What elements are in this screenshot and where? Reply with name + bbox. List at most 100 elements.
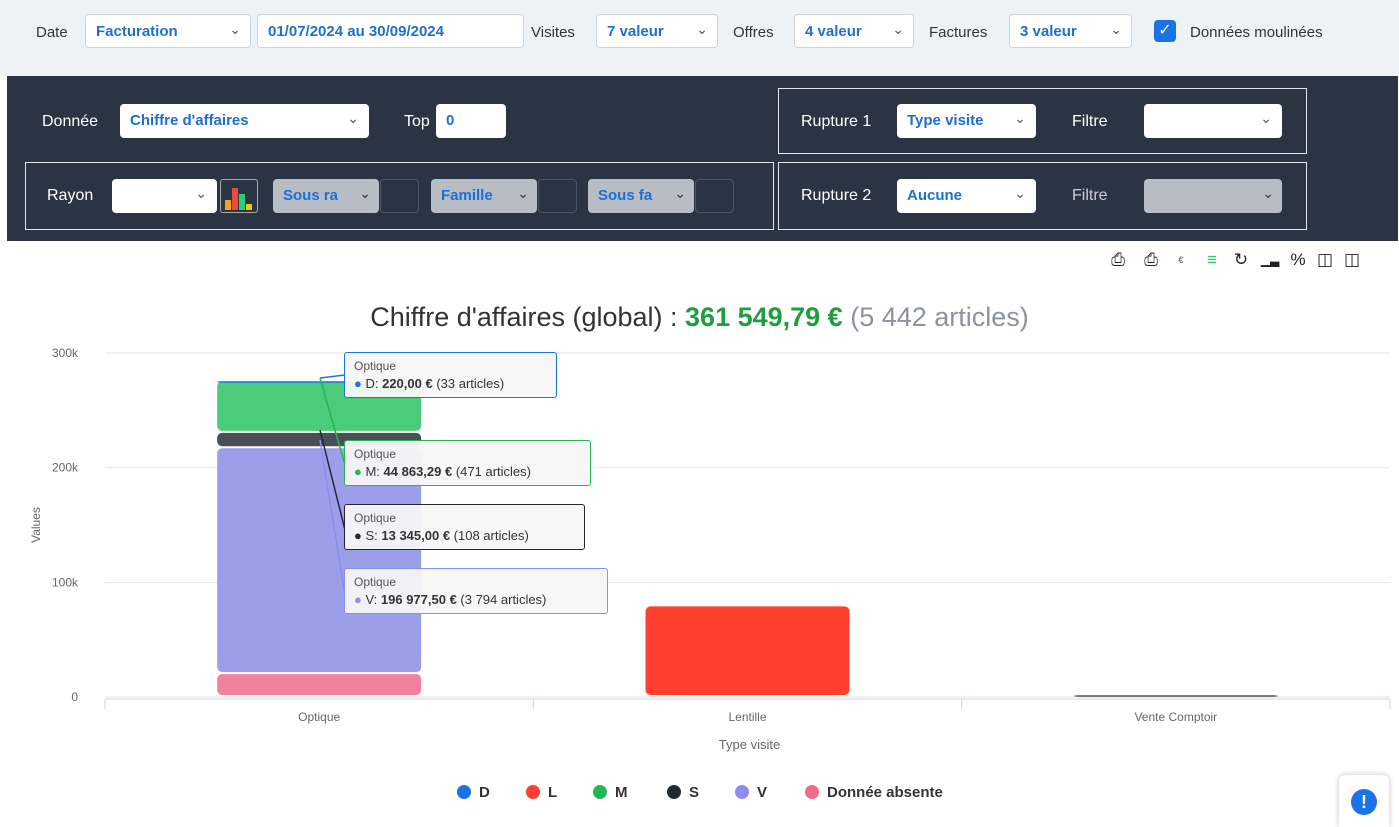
tooltip-articles: (471 articles) [452, 464, 531, 479]
tooltip-category: Optique [354, 359, 397, 373]
bar-s [1073, 695, 1278, 697]
legend-label: L [548, 784, 558, 801]
x-axis-title: Type visite [719, 737, 780, 752]
top-value: 0 [446, 112, 455, 129]
chevron-down-icon: ⌄ [347, 110, 359, 126]
rayon-chart-button[interactable] [220, 179, 258, 213]
y-axis-title: Values [29, 507, 43, 543]
chevron-down-icon: ⌄ [1260, 110, 1272, 126]
visites-select[interactable]: 7 valeur ⌄ [596, 14, 718, 48]
legend-label: D [479, 784, 490, 801]
sous-rayon-box[interactable] [380, 179, 419, 213]
print-icon[interactable]: ⎙ [1141, 250, 1161, 270]
donnee-select[interactable]: Chiffre d'affaires ⌄ [120, 104, 369, 138]
legend-item-donnée-absente[interactable]: Donnée absente [805, 784, 943, 801]
sous-famille-box[interactable] [695, 179, 734, 213]
tooltip-category: Optique [354, 575, 397, 589]
tooltip-dot: ● [354, 528, 366, 543]
y-tick-label: 100k [52, 575, 79, 589]
rupture1-select[interactable]: Type visite ⌄ [897, 104, 1036, 138]
visites-label: Visites [531, 24, 575, 41]
chevron-down-icon: ⌄ [359, 185, 371, 201]
filtre2-select[interactable]: ⌄ [1144, 179, 1282, 213]
legend-label: S [689, 784, 700, 801]
export-icon[interactable]: ⎙ [1108, 250, 1128, 270]
chevron-down-icon: ⌄ [1014, 185, 1026, 201]
legend-dot [805, 785, 819, 799]
columns-icon[interactable]: ◫ [1315, 250, 1335, 270]
tooltip-connector [319, 374, 346, 379]
bar-l [645, 606, 850, 695]
help-button[interactable]: ! [1339, 775, 1389, 827]
rupture2-select[interactable]: Aucune ⌄ [897, 179, 1036, 213]
sous-famille-select[interactable]: Sous fa ⌄ [588, 179, 694, 213]
chevron-down-icon: ⌄ [517, 185, 529, 201]
x-tick-label: Vente Comptoir [1134, 710, 1217, 724]
sous-rayon-select[interactable]: Sous ra ⌄ [273, 179, 379, 213]
y-tick-label: 0 [71, 690, 78, 704]
sous-rayon-value: Sous ra [283, 187, 339, 204]
date-mode-select[interactable]: Facturation ⌄ [85, 14, 251, 48]
x-tick-label: Optique [298, 710, 340, 724]
date-range-input[interactable]: 01/07/2024 au 30/09/2024 [257, 14, 524, 48]
tooltip-dot: ● [354, 464, 366, 479]
tooltip-series: D: [365, 376, 383, 391]
rupture1-label: Rupture 1 [801, 113, 872, 130]
filtre1-select[interactable]: ⌄ [1144, 104, 1282, 138]
filtre2-label: Filtre [1072, 187, 1108, 204]
top-input[interactable]: 0 [436, 104, 506, 138]
legend-dot [735, 785, 749, 799]
stack-icon[interactable]: ≡ [1202, 250, 1222, 270]
donnees-moulinees-checkbox[interactable]: ✓ [1154, 20, 1176, 42]
factures-select[interactable]: 3 valeur ⌄ [1009, 14, 1132, 48]
chart-title-amount: 361 549,79 € [685, 302, 843, 332]
famille-box[interactable] [538, 179, 577, 213]
visites-value: 7 valeur [607, 23, 664, 40]
save-icon[interactable]: ◫ [1342, 250, 1362, 270]
bar-donnée-absente [217, 674, 422, 695]
legend-item-m[interactable]: M [593, 784, 628, 801]
chart-title-count: (5 442 articles) [850, 302, 1029, 332]
legend-item-v[interactable]: V [735, 784, 767, 801]
rupture1-value: Type visite [907, 112, 984, 129]
y-tick-label: 200k [52, 461, 79, 475]
tooltip-articles: (108 articles) [450, 528, 529, 543]
tooltip-series: V: [365, 592, 381, 607]
factures-label: Factures [929, 24, 988, 41]
chart-title: Chiffre d'affaires (global) : 361 549,79… [0, 302, 1399, 333]
y-tick-label: 300k [52, 346, 79, 360]
x-tick-label: Lentille [728, 710, 766, 724]
stacked-bar-chart: 0 100k 200k 300k Optique Lentille Vente Compto… [29, 346, 1391, 752]
legend-item-l[interactable]: L [526, 784, 557, 801]
tooltip-value: 196 977,50 € [380, 592, 457, 607]
donnees-moulinees-label: Données moulinées [1190, 24, 1323, 41]
bar-chart-icon [225, 188, 252, 210]
date-label: Date [36, 24, 68, 41]
refresh-icon[interactable]: ↻ [1231, 250, 1251, 270]
famille-select[interactable]: Famille ⌄ [431, 179, 537, 213]
settings-panel: Donnée Chiffre d'affaires ⌄ Top 0 Rayon … [7, 76, 1398, 241]
chevron-down-icon: ⌄ [229, 21, 241, 37]
donnee-value: Chiffre d'affaires [130, 112, 249, 129]
filtre1-label: Filtre [1072, 113, 1108, 130]
tooltip-category: Optique [354, 447, 397, 461]
legend-item-d[interactable]: D [457, 784, 490, 801]
legend-label: V [757, 784, 768, 801]
tooltip-v: Optique ● V: 196 977,50 € (3 794 articles… [344, 568, 608, 614]
tooltip-value: 44 863,29 € [383, 464, 453, 479]
currency-icon[interactable]: € [1171, 250, 1191, 270]
legend-label: Donnée absente [827, 784, 943, 801]
offres-select[interactable]: 4 valeur ⌄ [794, 14, 914, 48]
offres-label: Offres [733, 24, 774, 41]
legend-item-s[interactable]: S [667, 784, 699, 801]
tooltip-value: 13 345,00 € [381, 528, 451, 543]
bar-icon[interactable]: ▁▃ [1260, 250, 1280, 270]
sous-famille-value: Sous fa [598, 187, 653, 204]
chart-title-prefix: Chiffre d'affaires (global) : [370, 302, 678, 332]
chevron-down-icon: ⌄ [195, 185, 207, 201]
chevron-down-icon: ⌄ [892, 21, 904, 37]
tooltip-articles: (33 articles) [432, 376, 505, 391]
top-label: Top [404, 113, 430, 130]
percent-icon[interactable]: % [1288, 250, 1308, 270]
rayon-select[interactable]: ⌄ [112, 179, 217, 213]
